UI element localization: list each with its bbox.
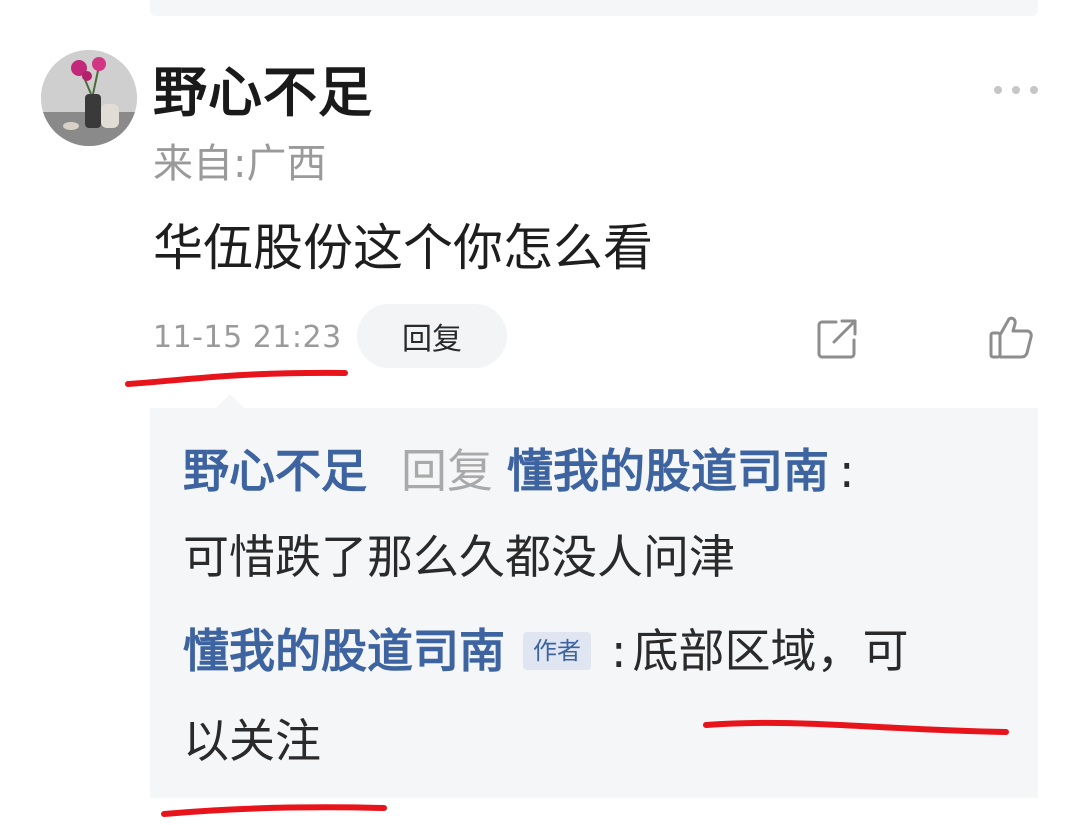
reply-author[interactable]: 野心不足 xyxy=(183,444,367,498)
reply-word: 回复 xyxy=(401,444,493,498)
dot xyxy=(1012,86,1020,94)
comment-username[interactable]: 野心不足 xyxy=(153,58,373,128)
reply-colon: : xyxy=(611,624,627,678)
avatar[interactable] xyxy=(41,50,137,146)
thumbs-up-icon[interactable] xyxy=(987,313,1035,361)
reply-author[interactable]: 懂我的股道司南 xyxy=(183,624,505,678)
comment-text: 华伍股份这个你怎么看 xyxy=(153,219,653,277)
dot xyxy=(1030,86,1038,94)
previous-comment-reply-box xyxy=(150,0,1038,16)
reply-text: 底部区域，可 xyxy=(632,624,909,678)
avatar-image xyxy=(41,50,137,146)
underline-reply-text-continued xyxy=(161,804,387,817)
reply-thread: 野心不足 回复 懂我的股道司南: 可惜跌了那么久都没人问津 懂我的股道司南 作者: 底部… xyxy=(150,394,1038,798)
reply-item[interactable]: 懂我的股道司南 作者: 底部区域，可 xyxy=(183,608,909,694)
comment-timestamp: 11-15 21:23 xyxy=(153,320,342,355)
reply-text: 可惜跌了那么久都没人问津 xyxy=(183,530,735,584)
reply-button[interactable]: 回复 xyxy=(357,304,507,368)
reply-colon: : xyxy=(839,444,855,498)
more-dots-icon[interactable] xyxy=(994,80,1038,100)
share-icon[interactable] xyxy=(814,316,860,362)
reply-item[interactable]: 野心不足 回复 懂我的股道司南: xyxy=(183,428,861,514)
author-badge: 作者 xyxy=(523,631,591,670)
comment-location: 来自:广西 xyxy=(153,141,327,187)
underline-timestamp xyxy=(125,369,348,387)
dot xyxy=(994,86,1002,94)
reply-target[interactable]: 懂我的股道司南 xyxy=(507,444,829,498)
reply-text-continued: 以关注 xyxy=(183,714,321,768)
